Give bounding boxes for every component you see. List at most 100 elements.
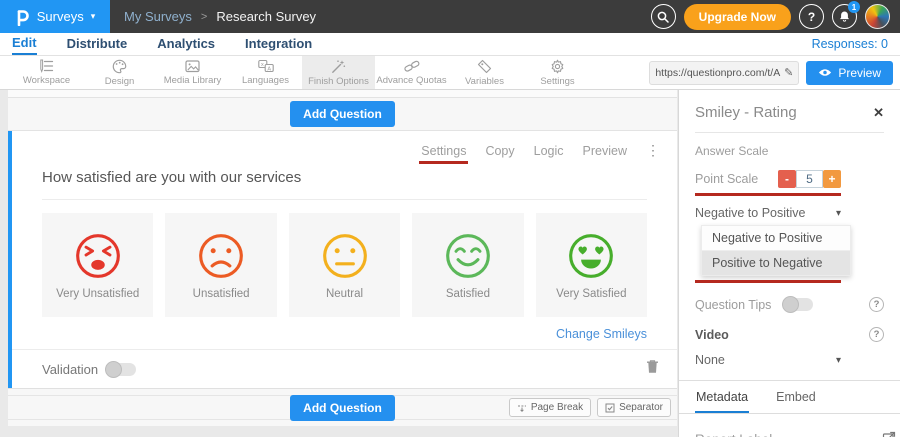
product-menu[interactable]: Surveys ▾ (0, 0, 110, 33)
satisfied-smiley-icon (443, 231, 493, 281)
option-positive-to-negative[interactable]: Positive to Negative (702, 250, 850, 275)
scale-direction-select[interactable]: Negative to Positive ▾ (695, 206, 841, 220)
toolbar-item-languages[interactable]: x A Languages (229, 56, 302, 89)
question-title[interactable]: How satisfied are you with our services (42, 169, 647, 186)
very-satisfied-smiley-icon (566, 231, 616, 281)
eye-icon (818, 68, 832, 77)
svg-text:A: A (267, 66, 271, 72)
question-settings-panel: Smiley - Rating ✕ Answer Scale Point Sca… (678, 90, 900, 437)
video-label: Video (695, 328, 729, 342)
smiley-scale: Very Unsatisfied Unsatisfied (42, 213, 647, 317)
toolbar-item-variables[interactable]: Variables (448, 56, 521, 89)
video-value: None (695, 353, 725, 367)
toolbar-item-finish-options[interactable]: Finish Options (302, 56, 375, 89)
decrease-points-button[interactable]: - (778, 170, 796, 188)
change-smileys-wrap: Change Smileys (42, 325, 647, 343)
delete-question-button[interactable] (646, 359, 659, 379)
close-panel-button[interactable]: ✕ (873, 105, 884, 121)
validation-toggle[interactable] (106, 363, 136, 376)
annotation-underline-settings (419, 161, 468, 164)
tab-embed[interactable]: Embed (775, 381, 817, 413)
video-help-icon[interactable]: ? (869, 327, 884, 342)
chevron-down-icon: ▾ (836, 208, 841, 219)
responses-count[interactable]: Responses: 0 (812, 37, 888, 51)
tab-edit[interactable]: Edit (12, 33, 37, 55)
breadcrumb-current-survey: Research Survey (216, 9, 316, 24)
kebab-menu-icon[interactable]: ⋮ (646, 142, 661, 159)
page-break-button[interactable]: Page Break (509, 398, 591, 417)
question-tips-label: Question Tips (695, 298, 783, 312)
panel-title: Smiley - Rating (695, 104, 797, 121)
tab-metadata[interactable]: Metadata (695, 381, 749, 413)
question-card: Settings Copy Logic Preview ⋮ How satisf… (8, 131, 677, 388)
point-scale-stepper: - 5 + (778, 170, 841, 188)
questionpro-survey-editor: Surveys ▾ My Surveys > Research Survey U… (0, 0, 900, 437)
product-menu-label: Surveys (37, 9, 84, 24)
open-external-icon[interactable] (882, 431, 896, 437)
separator-button[interactable]: Separator (597, 398, 671, 417)
answer-scale-heading: Answer Scale (695, 144, 884, 158)
preview-button[interactable]: Preview (806, 61, 893, 85)
panel-divider-top (695, 132, 884, 133)
workspace-icon (39, 59, 54, 73)
question-actions: Settings Copy Logic Preview ⋮ (12, 131, 677, 159)
tab-integration[interactable]: Integration (245, 34, 312, 54)
notifications-button[interactable]: 1 (832, 4, 857, 29)
scale-direction-dropdown: Negative to Positive Positive to Negativ… (701, 225, 851, 276)
edit-url-icon[interactable]: ✎ (784, 66, 793, 79)
page-break-icon (517, 403, 527, 413)
toolbar-item-advance-quotas[interactable]: Advance Quotas (375, 56, 448, 89)
launch-icon (882, 431, 896, 437)
toolbar-item-media-library[interactable]: Media Library (156, 56, 229, 89)
survey-url-box: ✎ (649, 61, 799, 85)
notification-badge: 1 (848, 1, 860, 13)
toolbar-item-settings[interactable]: Settings (521, 56, 594, 89)
help-button[interactable]: ? (799, 4, 824, 29)
toolbar-item-design[interactable]: Design (83, 56, 156, 89)
smiley-option-very-satisfied[interactable]: Very Satisfied (536, 213, 647, 317)
add-question-button-top[interactable]: Add Question (290, 101, 395, 127)
breadcrumb-my-surveys[interactable]: My Surveys (124, 9, 192, 24)
gear-icon (550, 59, 565, 74)
trash-icon (646, 359, 659, 374)
validation-row: Validation (12, 349, 677, 388)
search-icon (657, 11, 669, 23)
change-smileys-link[interactable]: Change Smileys (556, 327, 647, 341)
question-action-settings[interactable]: Settings (421, 144, 466, 158)
image-icon (185, 59, 200, 73)
question-action-copy[interactable]: Copy (485, 144, 514, 158)
point-scale-value[interactable]: 5 (796, 170, 823, 188)
video-select[interactable]: None ▾ (695, 353, 841, 367)
increase-points-button[interactable]: + (823, 170, 841, 188)
tab-analytics[interactable]: Analytics (157, 34, 215, 54)
upgrade-now-button[interactable]: Upgrade Now (684, 4, 791, 30)
add-question-band-top: Add Question (8, 98, 677, 131)
question-action-logic[interactable]: Logic (534, 144, 564, 158)
annotation-underline-point-scale (695, 193, 841, 196)
scale-direction-value: Negative to Positive (695, 206, 805, 220)
smiley-option-satisfied[interactable]: Satisfied (412, 213, 523, 317)
user-avatar[interactable] (865, 4, 890, 29)
help-icon: ? (808, 10, 815, 24)
very-unsatisfied-smiley-icon (73, 231, 123, 281)
question-action-preview[interactable]: Preview (583, 144, 627, 158)
smiley-option-very-unsatisfied[interactable]: Very Unsatisfied (42, 213, 153, 317)
add-question-button-bottom[interactable]: Add Question (290, 395, 395, 421)
smiley-option-neutral[interactable]: Neutral (289, 213, 400, 317)
chevron-down-icon: ▾ (836, 355, 841, 366)
tab-distribute[interactable]: Distribute (67, 34, 128, 54)
toolbar-item-workspace[interactable]: Workspace (10, 56, 83, 89)
toolbar-right: ✎ Preview (649, 56, 900, 89)
panel-tabs: Metadata Embed (679, 381, 900, 414)
question-tips-toggle[interactable] (783, 298, 813, 311)
survey-url-input[interactable] (655, 67, 784, 79)
option-negative-to-positive[interactable]: Negative to Positive (702, 226, 850, 250)
questionpro-logo-icon (15, 8, 30, 26)
search-button[interactable] (651, 4, 676, 29)
chain-link-icon (404, 59, 420, 73)
report-label-input[interactable] (695, 432, 872, 437)
smiley-option-unsatisfied[interactable]: Unsatisfied (165, 213, 276, 317)
breadcrumb: My Surveys > Research Survey (124, 9, 316, 24)
topbar-actions: Upgrade Now ? 1 (651, 4, 890, 30)
question-tips-help-icon[interactable]: ? (869, 297, 884, 312)
